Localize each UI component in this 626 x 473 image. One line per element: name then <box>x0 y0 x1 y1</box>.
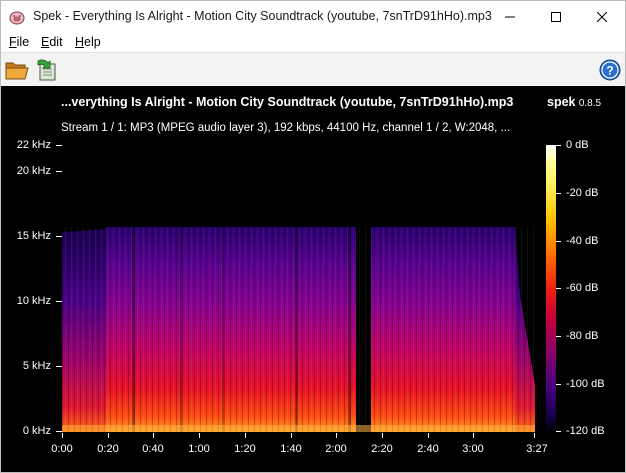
save-button[interactable] <box>34 57 60 83</box>
open-button[interactable] <box>4 57 30 83</box>
x-tick <box>382 433 383 438</box>
menu-bar: File Edit Help <box>1 32 625 52</box>
x-tick <box>473 433 474 438</box>
menu-file[interactable]: File <box>9 35 29 49</box>
help-icon: ? <box>599 59 621 81</box>
db-label-80: -80 dB <box>566 330 599 342</box>
db-label-100: -100 dB <box>566 378 605 390</box>
x-tick <box>291 433 292 438</box>
y-label-5k: 5 kHz <box>22 360 51 372</box>
colorbar-tick <box>556 431 561 432</box>
title-bar[interactable]: Spek - Everything Is Alright - Motion Ci… <box>1 1 625 32</box>
x-tick <box>108 433 109 438</box>
y-label-0k: 0 kHz <box>22 425 51 437</box>
x-label-0-20: 0:20 <box>97 443 119 455</box>
menu-help-mnemonic: H <box>75 35 85 49</box>
brand-name: spek <box>547 95 576 109</box>
x-label-0-40: 0:40 <box>142 443 164 455</box>
stream-info: Stream 1 / 1: MP3 (MPEG audio layer 3), … <box>61 122 511 134</box>
help-button[interactable]: ? <box>597 57 623 83</box>
x-tick <box>245 433 246 438</box>
y-label-22k: 22 kHz <box>16 139 51 151</box>
x-label-1-20: 1:20 <box>234 443 256 455</box>
colorbar-tick <box>556 241 561 242</box>
db-colorbar <box>546 145 556 432</box>
x-tick <box>336 433 337 438</box>
file-title: ...verything Is Alright - Motion City So… <box>61 95 514 109</box>
menu-file-mnemonic: F <box>9 35 17 49</box>
brand: spek 0.8.5 <box>547 95 601 109</box>
menu-help-label: elp <box>84 35 101 49</box>
app-window: Spek - Everything Is Alright - Motion Ci… <box>0 0 626 473</box>
spectrogram-panel: ...verything Is Alright - Motion City So… <box>1 86 625 472</box>
x-tick <box>534 433 535 438</box>
spectrogram-plot[interactable] <box>62 145 535 432</box>
x-label-2-20: 2:20 <box>371 443 393 455</box>
maximize-icon <box>551 11 561 22</box>
x-label-3-00: 3:00 <box>462 443 484 455</box>
colorbar-tick <box>556 384 561 385</box>
save-icon <box>37 59 56 81</box>
x-tick <box>153 433 154 438</box>
db-label-0: 0 dB <box>566 139 589 151</box>
db-label-20: -20 dB <box>566 187 599 199</box>
menu-help[interactable]: Help <box>75 35 101 49</box>
folder-open-icon <box>5 62 29 80</box>
x-tick <box>428 433 429 438</box>
menu-edit[interactable]: Edit <box>41 35 63 49</box>
spek-pig-icon <box>9 11 25 25</box>
x-label-1-00: 1:00 <box>188 443 210 455</box>
colorbar-tick <box>556 193 561 194</box>
menu-file-label: ile <box>16 35 30 49</box>
close-button[interactable] <box>579 1 625 32</box>
y-label-10k: 10 kHz <box>16 295 51 307</box>
spectrogram-image <box>62 145 535 432</box>
x-label-3-27: 3:27 <box>526 443 548 455</box>
colorbar-tick <box>556 336 561 337</box>
x-tick <box>62 433 63 438</box>
x-label-2-40: 2:40 <box>417 443 439 455</box>
colorbar-tick <box>556 145 561 146</box>
maximize-button[interactable] <box>533 1 579 32</box>
y-label-15k: 15 kHz <box>16 230 51 242</box>
db-label-60: -60 dB <box>566 282 599 294</box>
x-label-2-00: 2:00 <box>325 443 347 455</box>
svg-text:?: ? <box>606 64 613 78</box>
close-icon <box>597 11 607 22</box>
x-tick <box>199 433 200 438</box>
brand-version: 0.8.5 <box>578 98 602 109</box>
minimize-button[interactable] <box>487 1 533 32</box>
menu-edit-label: dit <box>49 35 63 49</box>
minimize-icon <box>505 16 515 17</box>
x-label-1-40: 1:40 <box>280 443 302 455</box>
window-title: Spek - Everything Is Alright - Motion Ci… <box>33 9 492 23</box>
db-label-120: -120 dB <box>566 425 605 437</box>
y-label-20k: 20 kHz <box>16 165 51 177</box>
db-label-40: -40 dB <box>566 235 599 247</box>
colorbar-tick <box>556 288 561 289</box>
toolbar: ? <box>1 52 625 86</box>
x-label-0-00: 0:00 <box>51 443 73 455</box>
